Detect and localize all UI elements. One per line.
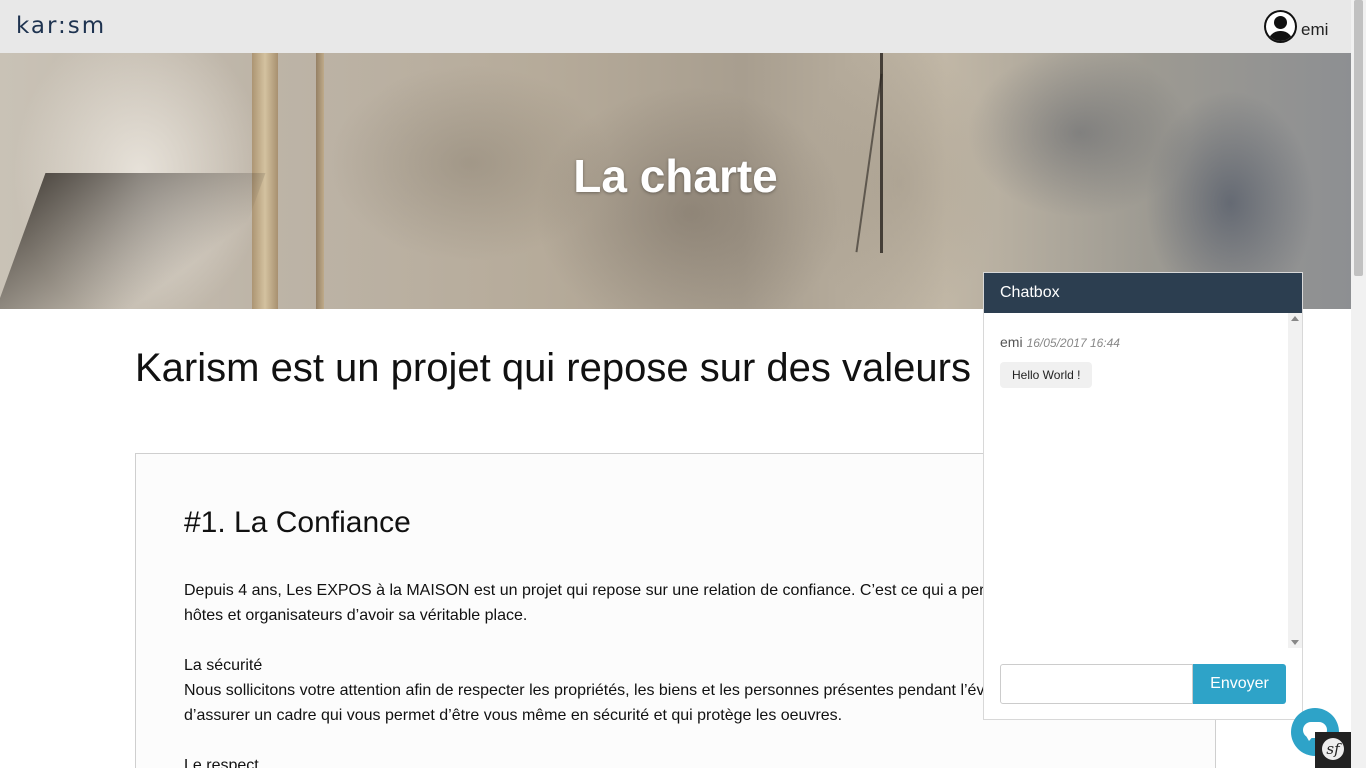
chat-message-author: emi <box>1000 334 1023 350</box>
scroll-up-arrow-icon[interactable] <box>1291 316 1299 321</box>
chat-message-list[interactable]: emi 16/05/2017 16:44 Hello World ! <box>984 313 1288 648</box>
chat-message-bubble: Hello World ! <box>1000 362 1093 388</box>
chatbox-panel: Chatbox emi 16/05/2017 16:44 Hello World … <box>983 272 1303 720</box>
scroll-down-arrow-icon[interactable] <box>1291 640 1299 645</box>
page-scrollbar-thumb[interactable] <box>1354 0 1363 276</box>
page-scrollbar[interactable] <box>1351 0 1366 768</box>
user-circle-icon[interactable] <box>1264 10 1297 43</box>
user-name[interactable]: emi <box>1301 13 1328 40</box>
chatbox-title[interactable]: Chatbox <box>984 273 1302 313</box>
hero-title: La charte <box>573 150 778 202</box>
chat-message-meta: emi 16/05/2017 16:44 <box>1000 334 1120 350</box>
chat-message-time: 16/05/2017 16:44 <box>1026 336 1120 350</box>
top-bar: kar:sm emi <box>0 0 1351 53</box>
send-button[interactable]: Envoyer <box>1193 664 1286 704</box>
chat-scrollbar[interactable] <box>1288 313 1302 648</box>
section-title: #1. La Confiance <box>184 506 411 539</box>
karism-logo[interactable]: kar:sm <box>16 13 106 39</box>
user-menu[interactable]: emi <box>1264 10 1328 43</box>
symfony-logo-icon[interactable]: sf <box>1315 732 1351 768</box>
subheading-respect: Le respect <box>184 757 259 768</box>
page-heading: Karism est un projet qui repose sur des … <box>135 346 971 390</box>
page: kar:sm emi La charte Karism est un proje… <box>0 0 1366 768</box>
hero-banner: La charte <box>0 53 1351 309</box>
chat-message-input[interactable] <box>1000 664 1193 704</box>
